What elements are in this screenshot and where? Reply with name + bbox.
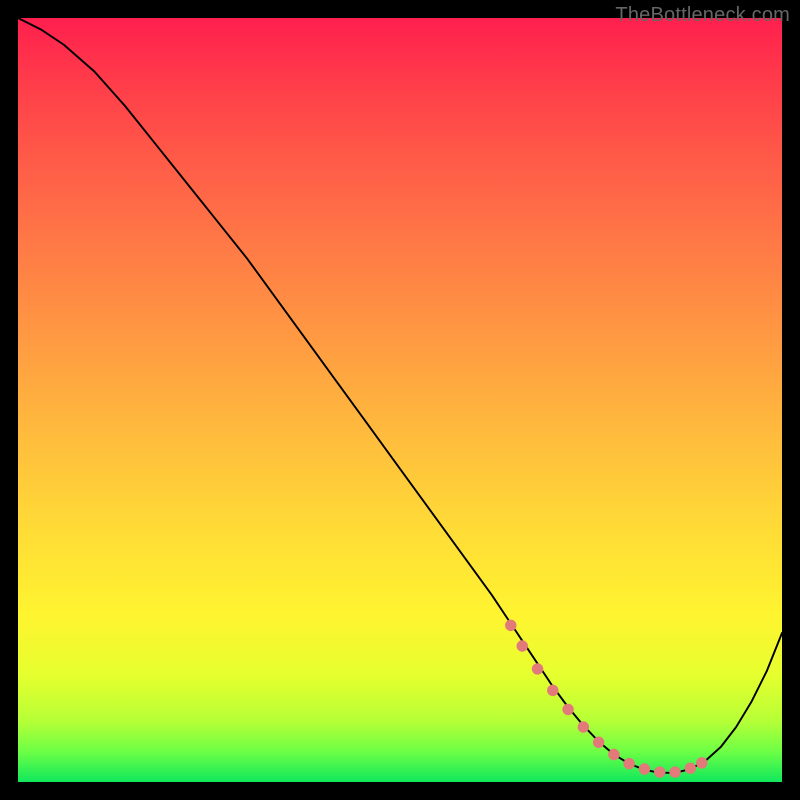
minimum-dot	[505, 620, 516, 631]
minimum-dot	[562, 704, 573, 715]
minimum-dot-band	[505, 620, 707, 778]
minimum-dot	[608, 749, 619, 760]
minimum-dot	[639, 763, 650, 774]
minimum-dot	[685, 763, 696, 774]
minimum-dot	[696, 757, 707, 768]
minimum-dot	[654, 766, 665, 777]
minimum-dot	[593, 737, 604, 748]
minimum-dot	[547, 685, 558, 696]
chart-container: TheBottleneck.com	[0, 0, 800, 800]
minimum-dot	[532, 663, 543, 674]
minimum-dot	[669, 766, 680, 777]
minimum-dot	[578, 721, 589, 732]
minimum-dot	[517, 640, 528, 651]
bottleneck-curve	[18, 18, 782, 773]
watermark-text: TheBottleneck.com	[615, 4, 790, 27]
curve-layer	[18, 18, 782, 782]
minimum-dot	[623, 758, 634, 769]
